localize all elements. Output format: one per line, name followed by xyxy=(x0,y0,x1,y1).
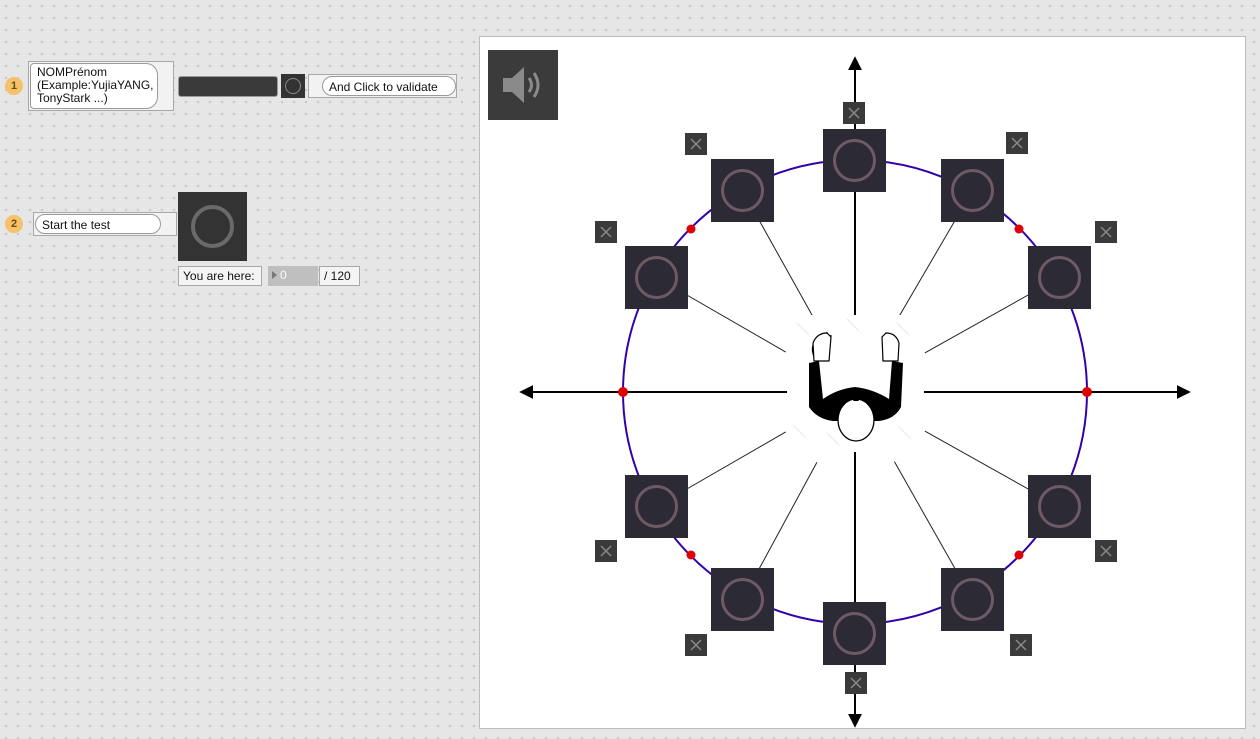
close-button-east-northeast[interactable] xyxy=(1095,221,1117,243)
target-button-south-southeast[interactable] xyxy=(941,568,1004,631)
center-figure xyxy=(787,315,924,452)
close-icon xyxy=(848,107,860,119)
close-icon xyxy=(690,639,702,651)
close-button-west-northwest[interactable] xyxy=(595,221,617,243)
close-icon xyxy=(1100,226,1112,238)
close-icon xyxy=(690,138,702,150)
name-instruction-comment: NOMPrénom (Example:YujiaYANG, TonyStark … xyxy=(28,61,174,111)
step-1-badge: 1 xyxy=(5,77,23,95)
circle-icon xyxy=(721,169,764,212)
target-button-west-northwest[interactable] xyxy=(625,246,688,309)
start-test-button[interactable] xyxy=(178,192,247,261)
close-button-south[interactable] xyxy=(845,672,867,694)
name-instruction-text: NOMPrénom (Example:YujiaYANG, TonyStark … xyxy=(30,63,158,109)
close-icon xyxy=(600,226,612,238)
marker-west xyxy=(618,387,628,397)
circle-icon xyxy=(635,256,678,299)
target-button-north[interactable] xyxy=(823,129,886,192)
close-button-north-northwest[interactable] xyxy=(685,133,707,155)
validate-comment: And Click to validate xyxy=(308,74,457,98)
start-comment: Start the test xyxy=(33,212,177,236)
circle-icon xyxy=(721,578,764,621)
close-button-north[interactable] xyxy=(843,102,865,124)
circle-icon xyxy=(635,485,678,528)
marker-se xyxy=(1014,550,1024,560)
close-icon xyxy=(1100,545,1112,557)
target-button-east-northeast[interactable] xyxy=(1028,246,1091,309)
circle-icon xyxy=(833,612,876,655)
validate-label: And Click to validate xyxy=(322,76,456,96)
marker-sw xyxy=(686,550,696,560)
sound-button[interactable] xyxy=(488,50,558,120)
circle-icon xyxy=(951,169,994,212)
target-button-west-southwest[interactable] xyxy=(625,475,688,538)
step-2-badge: 2 xyxy=(5,215,23,233)
validate-button[interactable] xyxy=(281,74,305,98)
close-icon xyxy=(600,545,612,557)
target-button-east-southeast[interactable] xyxy=(1028,475,1091,538)
circle-icon xyxy=(1038,256,1081,299)
marker-ne xyxy=(1014,224,1024,234)
close-button-south-southwest[interactable] xyxy=(685,634,707,656)
close-icon xyxy=(850,677,862,689)
circle-icon xyxy=(951,578,994,621)
test-canvas xyxy=(479,36,1246,729)
progress-number-box[interactable]: 0 xyxy=(268,266,318,286)
close-button-south-southeast[interactable] xyxy=(1010,634,1032,656)
progress-total: / 120 xyxy=(319,266,360,286)
target-button-south[interactable] xyxy=(823,602,886,665)
target-button-north-northeast[interactable] xyxy=(941,159,1004,222)
close-button-west-southwest[interactable] xyxy=(595,540,617,562)
speaker-icon xyxy=(503,67,540,103)
target-button-south-southwest[interactable] xyxy=(711,568,774,631)
circle-icon xyxy=(833,139,876,182)
circle-icon xyxy=(191,205,234,248)
close-button-north-northeast[interactable] xyxy=(1006,132,1028,154)
close-button-east-southeast[interactable] xyxy=(1095,540,1117,562)
start-label: Start the test xyxy=(35,214,161,234)
marker-nw xyxy=(686,224,696,234)
marker-east xyxy=(1082,387,1092,397)
target-button-north-northwest[interactable] xyxy=(711,159,774,222)
close-icon xyxy=(1011,137,1023,149)
name-text-field[interactable] xyxy=(178,76,278,97)
circle-icon xyxy=(285,78,301,94)
progress-label: You are here: xyxy=(178,266,262,286)
close-icon xyxy=(1015,639,1027,651)
person-top-view-image xyxy=(792,318,912,446)
circle-icon xyxy=(1038,485,1081,528)
